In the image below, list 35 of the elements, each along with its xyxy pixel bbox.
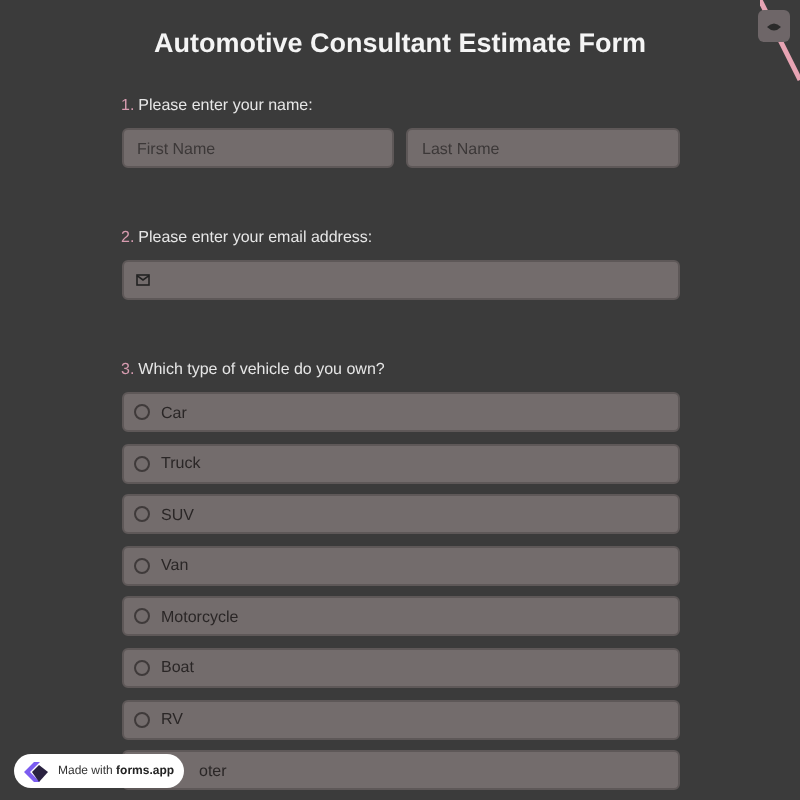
radio-button[interactable] bbox=[133, 659, 149, 676]
option-row[interactable]: RV bbox=[121, 699, 679, 740]
eye-icon bbox=[766, 21, 782, 31]
question-label: Please enter your name: bbox=[138, 96, 313, 116]
question-label: Please enter your email address: bbox=[138, 228, 373, 248]
question-label: Which type of vehicle do you own? bbox=[138, 360, 385, 380]
name-field[interactable]: Last Name bbox=[406, 128, 679, 168]
option-label: Truck bbox=[161, 454, 201, 473]
option-row[interactable]: Truck bbox=[121, 443, 679, 484]
option-label: oter bbox=[199, 761, 227, 780]
option-row[interactable]: Van bbox=[121, 545, 679, 586]
preview-button[interactable] bbox=[758, 10, 790, 42]
option-label: Boat bbox=[161, 658, 194, 677]
option-label: SUV bbox=[161, 505, 194, 524]
form-title: Automotive Consultant Estimate Form bbox=[153, 26, 647, 62]
option-label: Van bbox=[161, 556, 189, 575]
question-number: 1. bbox=[121, 96, 135, 116]
option-label: Car bbox=[161, 403, 187, 421]
option-label: Motorcycle bbox=[161, 607, 239, 626]
radio-button[interactable] bbox=[133, 455, 149, 472]
option-label: RV bbox=[161, 710, 183, 729]
email-field[interactable] bbox=[121, 260, 679, 300]
radio-button[interactable] bbox=[133, 506, 149, 523]
radio-button[interactable] bbox=[133, 711, 149, 728]
radio-button[interactable] bbox=[133, 557, 149, 574]
radio-button[interactable] bbox=[133, 608, 149, 625]
option-row[interactable]: SUV bbox=[121, 494, 679, 535]
envelope-icon bbox=[135, 274, 149, 286]
question-number: 2. bbox=[121, 228, 135, 248]
logo-icon bbox=[22, 759, 50, 783]
option-row[interactable]: Boat bbox=[121, 647, 679, 688]
question-number: 3. bbox=[121, 360, 135, 380]
option-row[interactable]: Motorcycle bbox=[121, 596, 679, 637]
radio-button[interactable] bbox=[133, 404, 149, 420]
option-row[interactable]: Car bbox=[121, 392, 679, 432]
